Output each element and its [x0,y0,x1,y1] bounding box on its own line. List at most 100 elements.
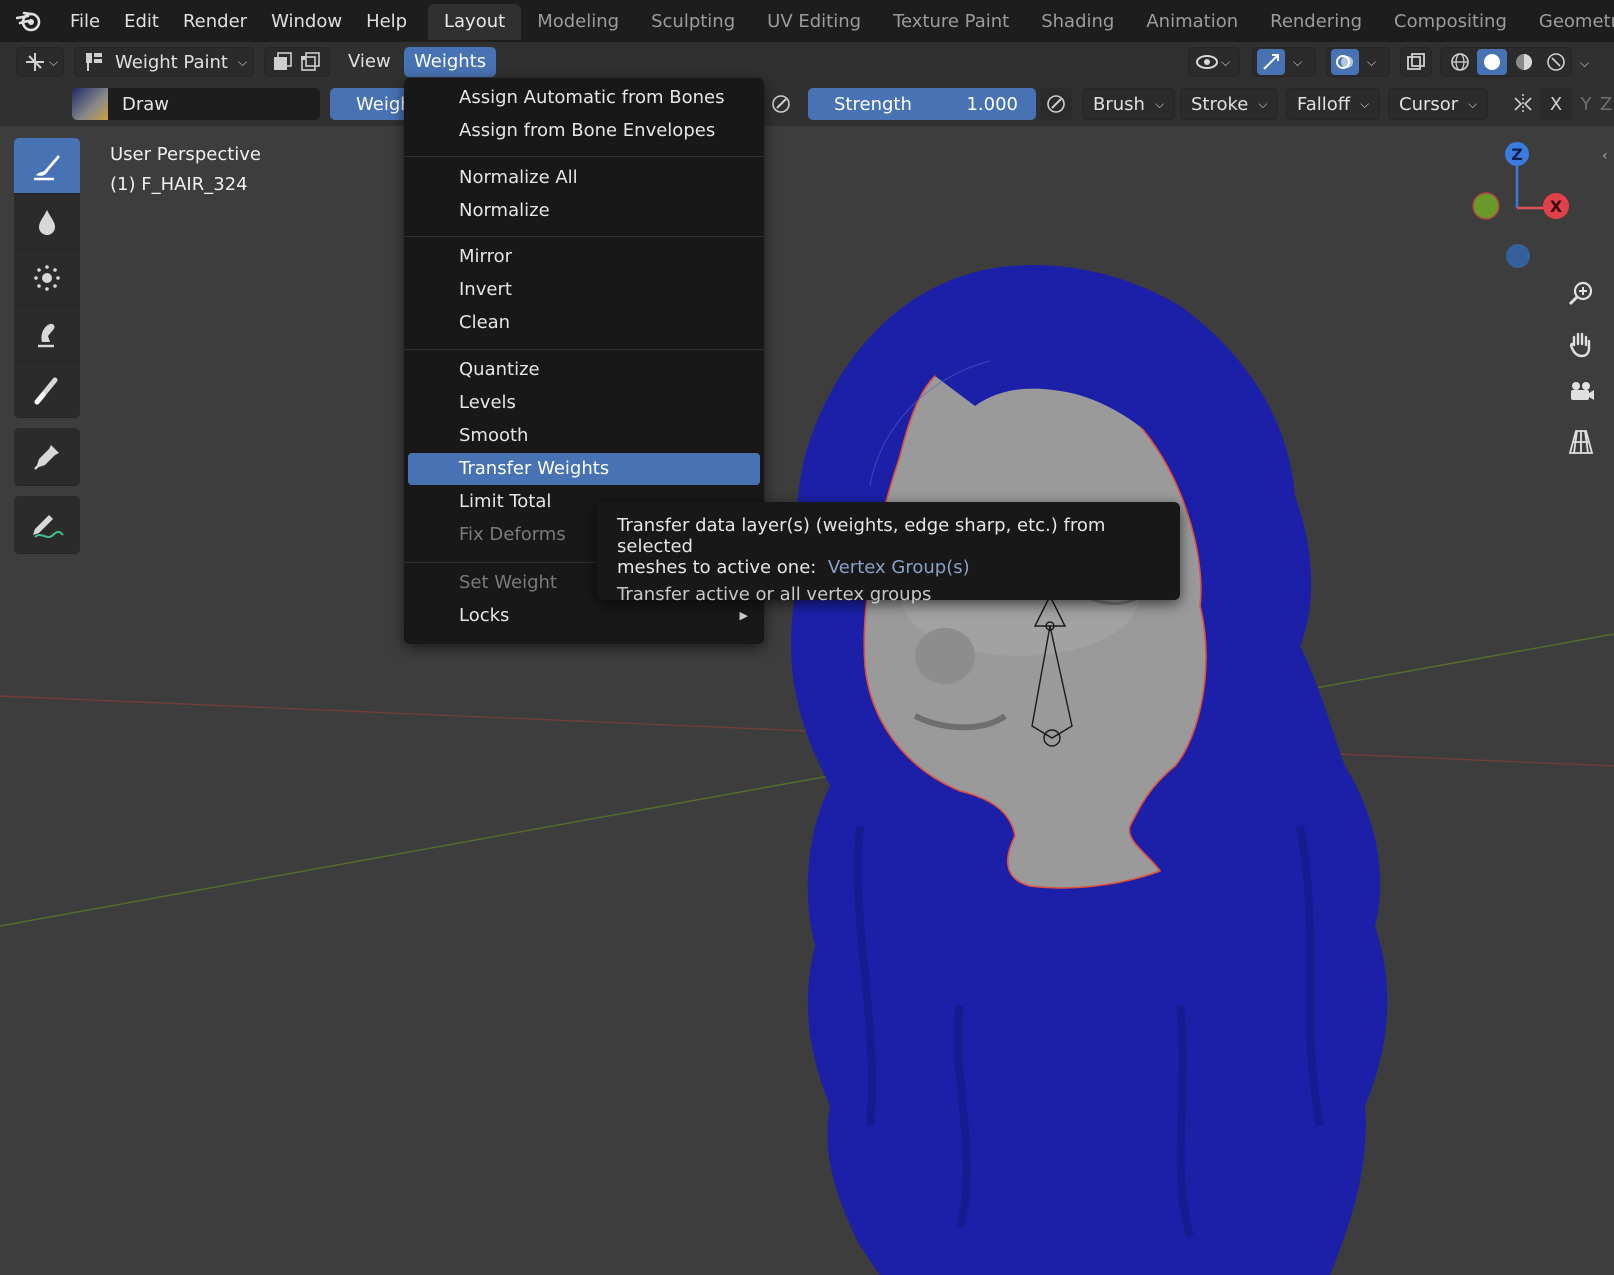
menu-window[interactable]: Window [259,11,354,32]
nose [915,628,975,684]
xray-toggle[interactable] [1400,47,1432,77]
cursor-dropdown[interactable]: Cursor ⌵ [1388,88,1489,120]
tab-animation[interactable]: Animation [1130,4,1254,40]
tooltip-line-2-text: meshes to active one: [617,557,817,578]
perspective-toggle-button[interactable] [1559,420,1603,464]
menu-item-invert[interactable]: Invert [408,274,760,306]
chevron-down-icon: ⌵ [49,54,59,69]
overlay-icon [1331,49,1359,75]
eye-icon [1196,55,1218,69]
average-tool-button[interactable] [14,250,80,306]
tool-shelf [14,138,80,564]
menu-item-locks-label: Locks [459,605,510,626]
annotate-icon [33,514,64,538]
tab-compositing[interactable]: Compositing [1378,4,1523,40]
falloff-dropdown-label: Falloff [1297,93,1351,115]
chevron-down-icon: ⌵ [1293,54,1303,69]
wireframe-shading-icon[interactable] [1445,49,1475,75]
draw-tool-button[interactable] [14,138,80,194]
active-object-name: (1) F_HAIR_324 [110,174,248,195]
mirror-z-toggle[interactable]: Z [1600,88,1614,120]
navigation-gizmo[interactable]: Z X [1470,132,1590,272]
strength-field[interactable]: Strength 1.000 [808,88,1036,120]
menu-separator [404,236,764,237]
scene-render [0,265,1614,1275]
sidebar-toggle-icon[interactable]: ‹ [1602,148,1608,164]
view-menu[interactable]: View [338,47,401,77]
pen-pressure-icon [772,95,790,113]
gizmo-toggle[interactable]: ⌵ [1252,47,1316,77]
annotate-tool-button[interactable] [14,496,80,554]
rendered-shading-icon[interactable] [1541,49,1571,75]
mirror-y-toggle[interactable]: Y [1572,88,1600,120]
tab-modeling[interactable]: Modeling [521,4,635,40]
tab-layout[interactable]: Layout [428,4,522,40]
editor-type-button[interactable]: ⌵ [16,47,64,77]
menu-item-levels[interactable]: Levels [408,387,760,419]
gradient-tool-button[interactable] [14,362,80,418]
solid-shading-icon[interactable] [1477,49,1507,75]
menu-item-assign-automatic-from-bones[interactable]: Assign Automatic from Bones [408,82,760,114]
chevron-down-icon: ⌵ [1258,96,1268,111]
mirror-x-toggle[interactable]: X [1540,88,1572,120]
menu-render[interactable]: Render [171,11,259,32]
tool-settings-bar: Draw Weigh Strength 1.000 Brush ⌵ Stroke ⌵… [0,82,1614,126]
menu-item-mirror[interactable]: Mirror [408,241,760,273]
zoom-button[interactable] [1559,272,1603,316]
blur-tool-button[interactable] [14,194,80,250]
symmetry-toggle[interactable] [1508,88,1538,120]
visibility-button[interactable]: ⌵ [1188,47,1240,77]
material-shading-icon[interactable] [1509,49,1539,75]
brush-selector[interactable]: Draw [72,88,320,120]
menu-item-quantize[interactable]: Quantize [408,354,760,386]
xray-icon [1407,53,1425,70]
falloff-dropdown[interactable]: Falloff ⌵ [1286,88,1381,120]
gizmo-z-label: Z [1511,145,1523,164]
workspace-tabs: Layout Modeling Sculpting UV Editing Tex… [428,4,1614,40]
menu-help[interactable]: Help [354,11,419,32]
strength-label: Strength [834,93,912,115]
pan-button[interactable] [1559,322,1603,366]
menu-item-normalize[interactable]: Normalize [408,195,760,227]
eyedropper-icon [34,444,59,470]
menu-file[interactable]: File [58,11,112,32]
tab-shading[interactable]: Shading [1025,4,1130,40]
gradient-icon [34,377,58,404]
menu-edit[interactable]: Edit [112,11,171,32]
tab-rendering[interactable]: Rendering [1254,4,1378,40]
mode-selector[interactable]: Weight Paint ⌵ [74,47,254,77]
camera-view-button[interactable] [1559,370,1603,414]
chevron-down-icon: ⌵ [1154,96,1165,111]
chevron-down-icon: ⌵ [1221,54,1231,69]
menu-item-assign-from-bone-envelopes[interactable]: Assign from Bone Envelopes [408,115,760,147]
weights-menu-button[interactable]: Weights [404,47,497,77]
weight-field[interactable]: Weigh [330,88,404,120]
menu-item-normalize-all[interactable]: Normalize All [408,162,760,194]
menu-item-smooth[interactable]: Smooth [408,420,760,452]
mask-toggle-group[interactable] [264,47,330,77]
gizmo-y-negative-icon [1472,192,1500,220]
tab-uv-editing[interactable]: UV Editing [751,4,877,40]
chevron-down-icon: ⌵ [237,54,248,69]
brush-dropdown[interactable]: Brush ⌵ [1082,88,1176,120]
smear-icon [38,323,55,347]
sample-weight-tool-button[interactable] [14,428,80,486]
overlay-toggle[interactable]: ⌵ [1326,47,1390,77]
symmetry-icon [1514,94,1532,114]
tab-texture-paint[interactable]: Texture Paint [877,4,1025,40]
tab-sculpting[interactable]: Sculpting [635,4,751,40]
menu-separator [404,349,764,350]
view-name: User Perspective [110,144,261,165]
3d-viewport[interactable] [0,126,1614,1275]
smear-tool-button[interactable] [14,306,80,362]
menu-item-transfer-weights[interactable]: Transfer Weights [408,453,760,485]
menu-item-clean[interactable]: Clean [408,307,760,339]
tab-geometry[interactable]: Geometry [1523,4,1614,40]
blender-logo-icon[interactable] [0,0,58,42]
chevron-down-icon[interactable]: ⌵ [1580,56,1589,71]
shading-mode-group[interactable] [1440,47,1572,77]
strength-pressure-toggle[interactable] [1040,88,1072,120]
stroke-dropdown[interactable]: Stroke ⌵ [1180,88,1279,120]
weight-pressure-toggle[interactable] [766,88,796,120]
average-icon [34,264,60,291]
